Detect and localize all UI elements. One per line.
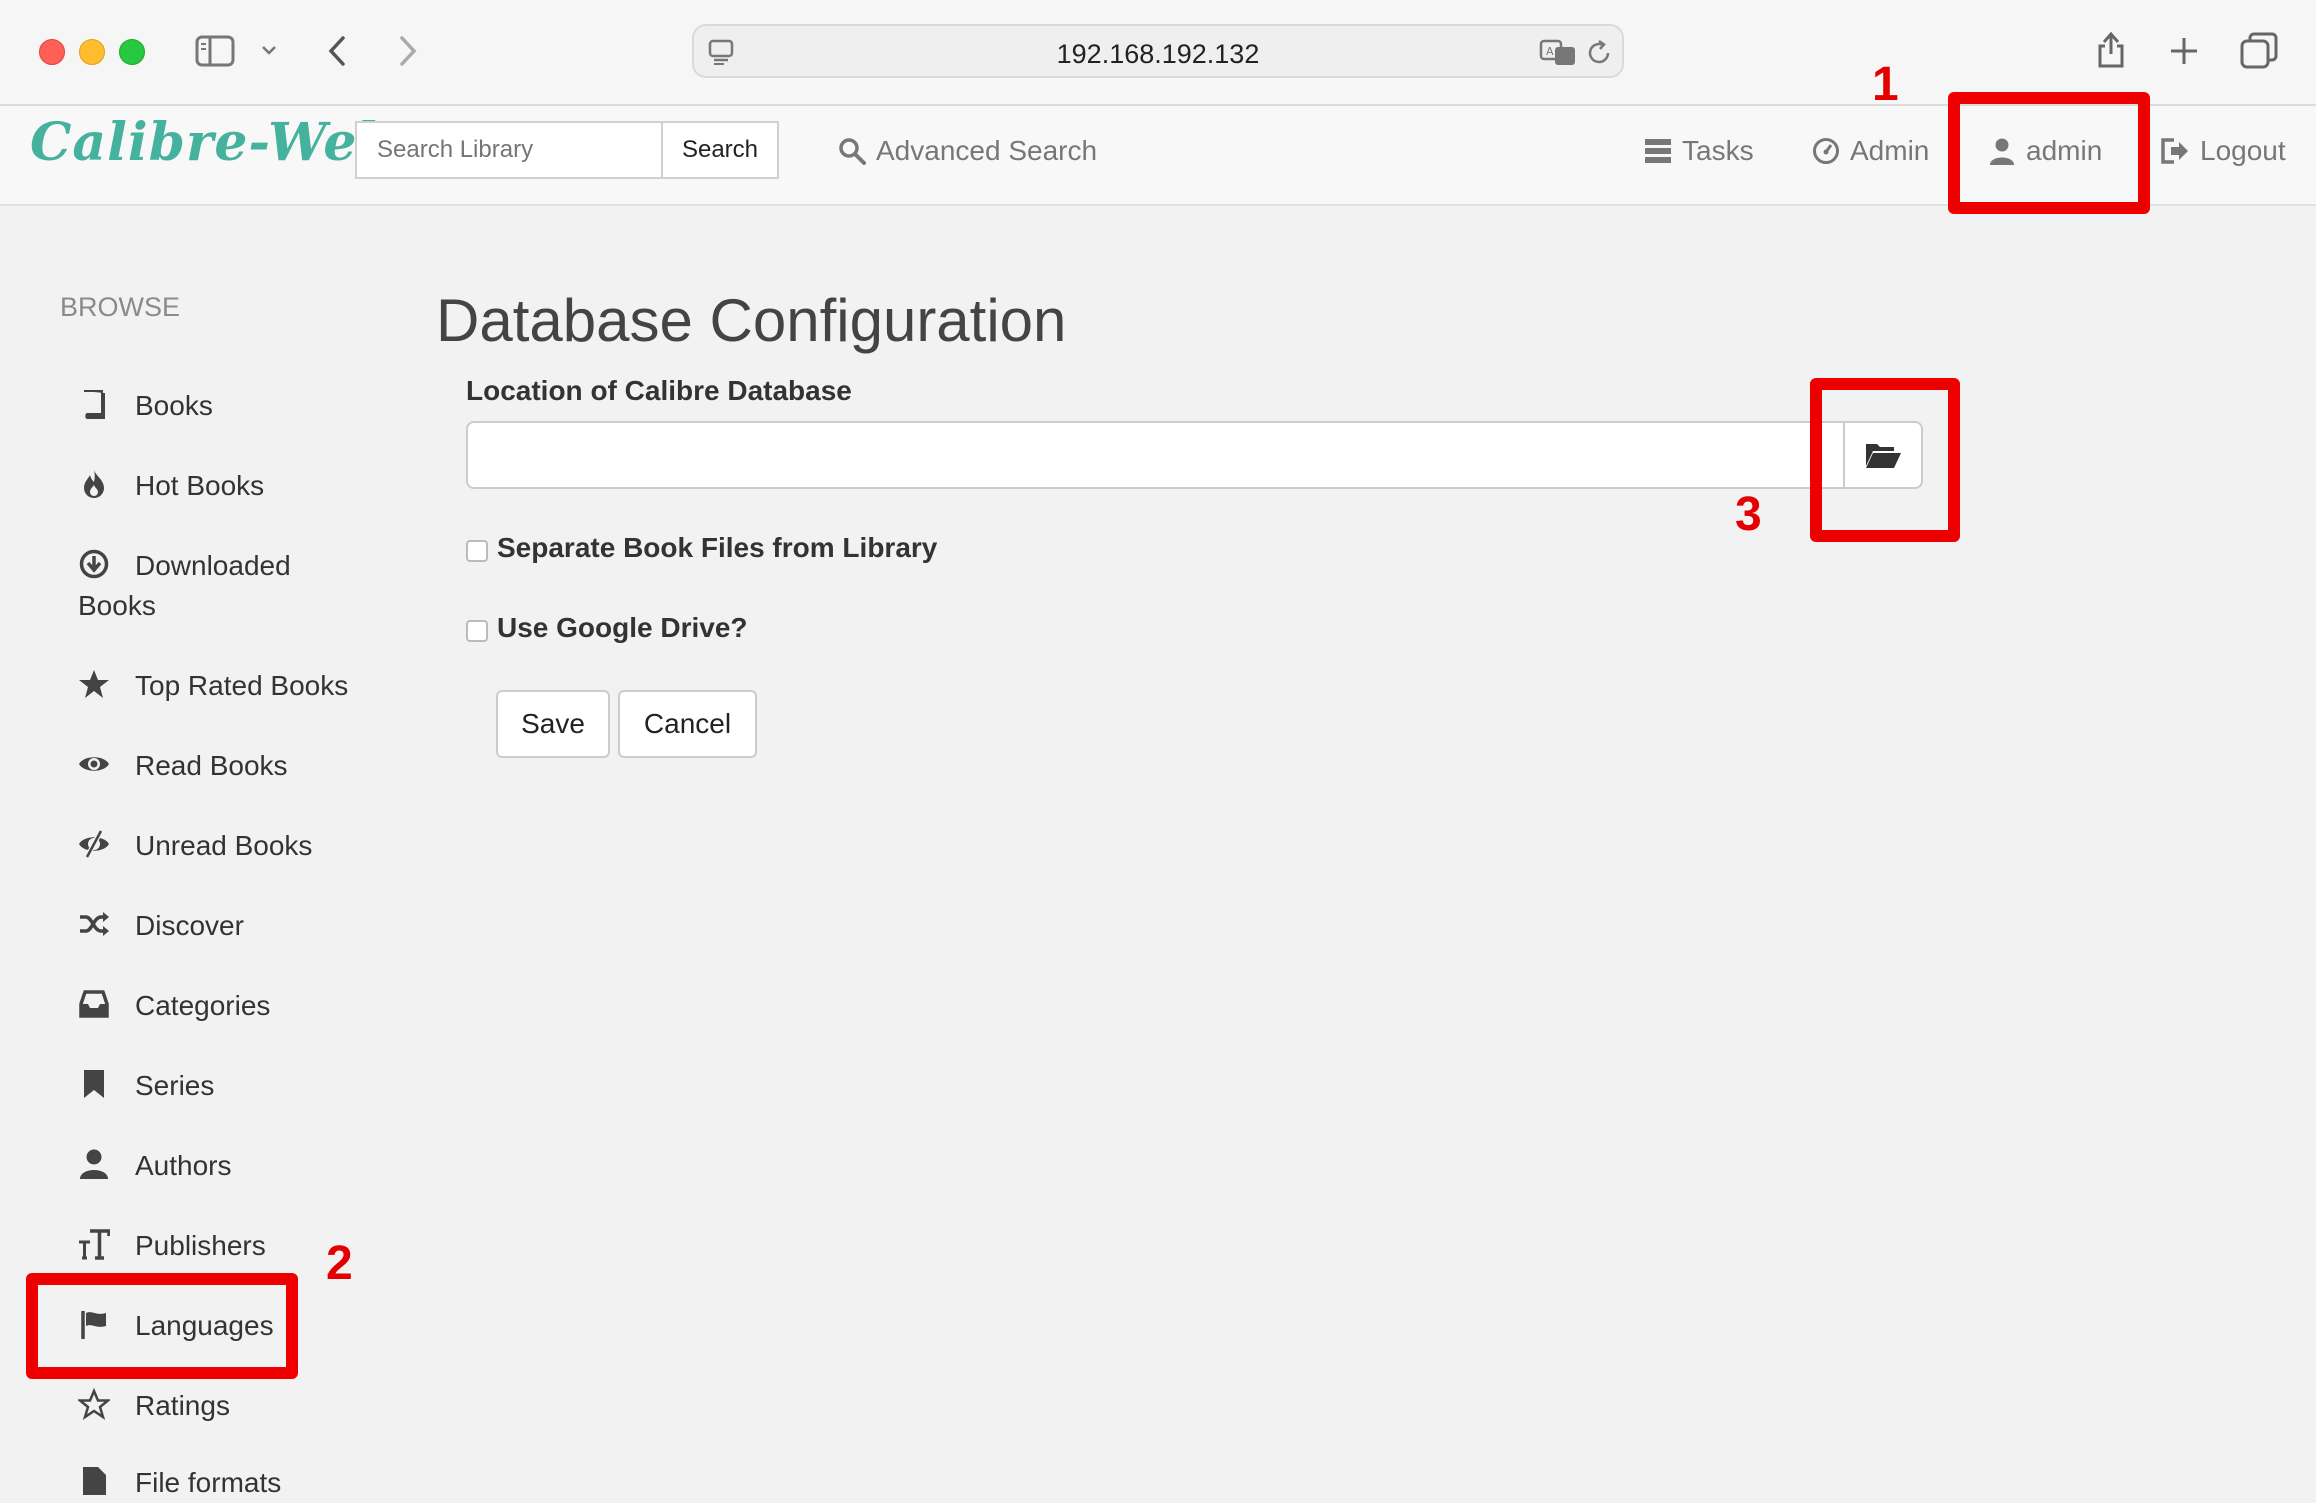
advanced-search-label: Advanced Search <box>876 135 1098 166</box>
text-size-icon <box>79 1229 110 1260</box>
inbox-icon <box>79 990 109 1018</box>
new-tab-icon[interactable] <box>2168 35 2200 67</box>
address-bar[interactable]: 192.168.192.132 A <box>692 24 1624 78</box>
translate-icon[interactable]: A <box>1539 39 1579 67</box>
sidebar-item-publishers[interactable]: Publishers <box>78 1226 358 1266</box>
annotation-number-2: 2 <box>326 1237 353 1290</box>
url-text: 192.168.192.132 <box>1056 39 1260 69</box>
minimize-window-button[interactable] <box>79 39 105 65</box>
separate-files-label: Separate Book Files from Library <box>497 532 938 563</box>
sidebar-item-label: Ratings <box>135 1390 230 1421</box>
eye-icon <box>79 757 109 771</box>
reload-icon[interactable] <box>1587 39 1613 67</box>
download-circle-icon <box>79 549 109 579</box>
brand-logo[interactable]: Calibre-Web <box>30 112 395 173</box>
user-icon <box>80 1149 108 1179</box>
sidebar-item-label: Hot Books <box>135 470 265 501</box>
save-button[interactable]: Save <box>496 690 610 758</box>
file-icon <box>83 1467 106 1495</box>
sidebar-item-label: Top Rated Books <box>135 670 349 701</box>
google-drive-label: Use Google Drive? <box>497 612 748 643</box>
sidebar-item-downloaded-books[interactable]: Downloaded Books <box>78 546 358 626</box>
sidebar-item-read-books[interactable]: Read Books <box>78 746 358 786</box>
sidebar-item-label: Downloaded Books <box>78 550 291 621</box>
search-input[interactable] <box>355 121 662 179</box>
cancel-button[interactable]: Cancel <box>618 690 757 758</box>
tasks-label: Tasks <box>1682 135 1754 166</box>
sidebar-item-hot-books[interactable]: Hot Books <box>78 466 358 506</box>
chevron-down-icon[interactable] <box>260 43 278 57</box>
annotation-number-3: 3 <box>1735 488 1762 541</box>
separate-files-checkbox[interactable] <box>466 540 488 562</box>
dashboard-icon <box>1813 138 1839 164</box>
logout-label: Logout <box>2200 135 2286 166</box>
db-location-input[interactable] <box>466 421 1845 489</box>
sidebar-item-series[interactable]: Series <box>78 1066 358 1106</box>
sidebar-item-label: Books <box>135 390 213 421</box>
sidebar-item-label: File formats <box>135 1467 282 1498</box>
star-outline-icon <box>78 1388 110 1420</box>
star-icon <box>79 670 109 698</box>
sidebar-item-label: Discover <box>135 910 244 941</box>
tab-overview-icon[interactable] <box>2240 32 2278 70</box>
sidebar-item-file-formats[interactable]: File formats <box>78 1463 358 1503</box>
advanced-search-link[interactable]: Advanced Search <box>838 135 1097 167</box>
back-arrow-icon[interactable] <box>325 35 349 67</box>
sidebar-item-label: Categories <box>135 990 271 1021</box>
fire-icon <box>84 470 104 498</box>
bookmark-icon <box>84 1070 104 1098</box>
search-button[interactable]: Search <box>661 121 779 179</box>
admin-link[interactable]: Admin <box>1812 135 1929 167</box>
svg-text:A: A <box>1546 45 1554 58</box>
book-icon <box>84 390 105 419</box>
sidebar-item-categories[interactable]: Categories <box>78 986 358 1026</box>
sidebar-item-books[interactable]: Books <box>78 386 358 426</box>
close-window-button[interactable] <box>39 39 65 65</box>
sidebar-heading: BROWSE <box>60 292 181 322</box>
sidebar-item-top-rated-books[interactable]: Top Rated Books <box>78 666 358 706</box>
sidebar-item-label: Read Books <box>135 750 288 781</box>
admin-label: Admin <box>1850 135 1930 166</box>
tasks-icon <box>1645 139 1671 163</box>
zoom-window-button[interactable] <box>119 39 145 65</box>
tasks-link[interactable]: Tasks <box>1644 135 1754 167</box>
sidebar-item-label: Authors <box>135 1150 232 1181</box>
annotation-number-1: 1 <box>1872 58 1899 111</box>
share-icon[interactable] <box>2096 28 2126 70</box>
search-icon <box>839 138 866 165</box>
logout-link[interactable]: Logout <box>2160 135 2286 167</box>
annotation-box-2 <box>26 1273 298 1379</box>
sidebar-item-label: Publishers <box>135 1230 266 1261</box>
sidebar-item-discover[interactable]: Discover <box>78 906 358 946</box>
sidebar-item-unread-books[interactable]: Unread Books <box>78 826 358 866</box>
sidebar-item-label: Series <box>135 1070 215 1101</box>
annotation-box-1 <box>1948 92 2150 214</box>
eye-slash-icon <box>79 829 109 859</box>
logout-icon <box>2161 138 2188 164</box>
sidebar-item-ratings[interactable]: Ratings <box>78 1386 358 1426</box>
sidebar-item-authors[interactable]: Authors <box>78 1146 358 1186</box>
db-location-label: Location of Calibre Database <box>466 375 852 406</box>
shuffle-icon <box>80 912 109 936</box>
sidebar-item-label: Unread Books <box>135 830 313 861</box>
browser-toolbar: 192.168.192.132 A <box>0 0 2316 106</box>
annotation-box-3 <box>1810 378 1960 542</box>
sidebar-toggle-icon[interactable] <box>195 35 235 67</box>
google-drive-checkbox[interactable] <box>466 620 488 642</box>
page-title: Database Configuration <box>436 287 1067 354</box>
forward-arrow-icon[interactable] <box>396 35 420 67</box>
